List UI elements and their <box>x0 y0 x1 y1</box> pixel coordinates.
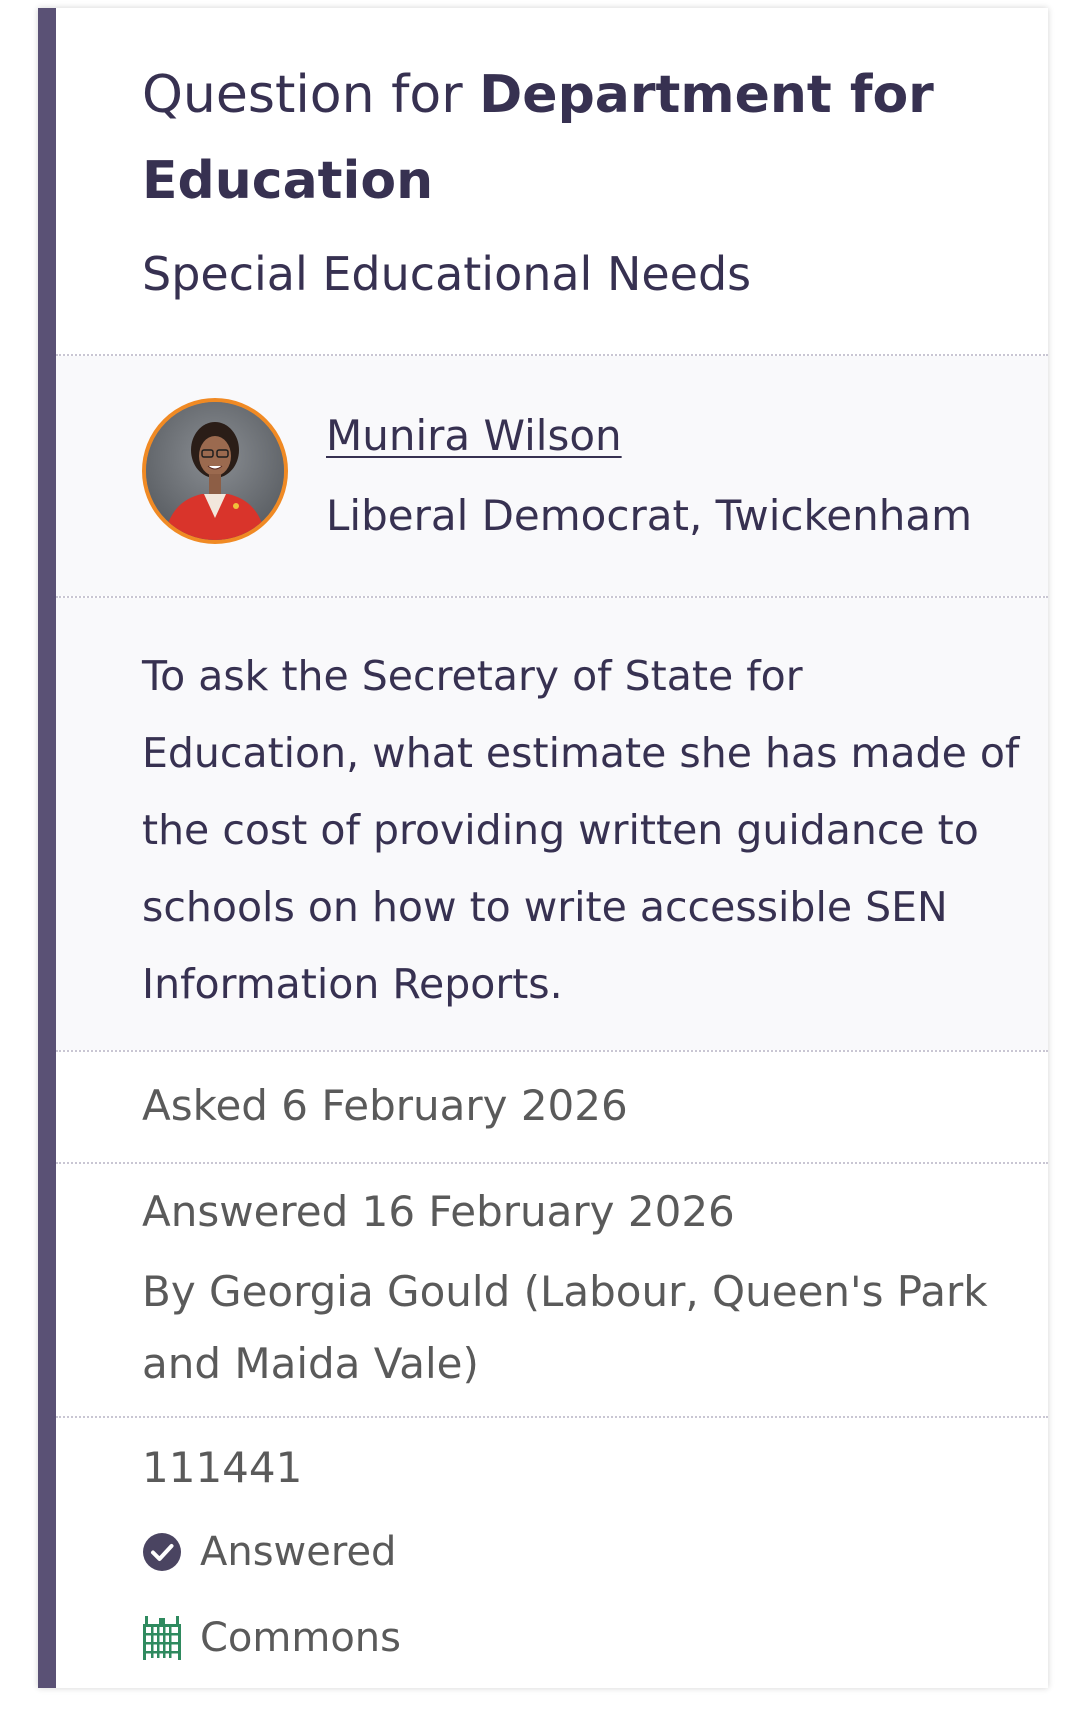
portcullis-icon <box>143 1616 181 1660</box>
question-card: Question for Department for Education Sp… <box>38 8 1048 1688</box>
accent-bar <box>38 8 56 1688</box>
answered-section: Answered 16 February 2026 By Georgia Gou… <box>56 1164 1048 1416</box>
status-row: Answered <box>142 1524 396 1580</box>
member-party-constituency: Liberal Democrat, Twickenham <box>326 491 973 540</box>
member-portrait-icon <box>146 402 284 540</box>
member-name-link[interactable]: Munira Wilson <box>326 408 622 464</box>
page-title: Question for Department for Education <box>142 52 1002 224</box>
answered-by: By Georgia Gould (Labour, Queen's Park a… <box>142 1267 988 1388</box>
check-circle-icon <box>143 1533 181 1571</box>
status-label: Answered <box>200 1529 397 1575</box>
answered-date: Answered 16 February 2026 <box>142 1187 735 1236</box>
asked-section: Asked 6 February 2026 <box>56 1052 1048 1162</box>
asked-date: Asked 6 February 2026 <box>142 1081 628 1130</box>
card-content: Question for Department for Education Sp… <box>56 8 1048 1688</box>
question-header: Question for Department for Education Sp… <box>56 8 1048 348</box>
member-section: Munira Wilson Liberal Democrat, Twickenh… <box>56 356 1048 596</box>
question-body-section: To ask the Secretary of State for Educat… <box>56 598 1048 1050</box>
question-text: To ask the Secretary of State for Educat… <box>142 652 1020 1008</box>
question-subject: Special Educational Needs <box>142 247 752 301</box>
question-footer: 111441 Answered Commons <box>56 1418 1048 1688</box>
house-label: Commons <box>200 1615 401 1661</box>
avatar[interactable] <box>142 398 288 544</box>
question-uin: 111441 <box>142 1443 303 1492</box>
title-prefix: Question for <box>142 65 463 125</box>
house-row: Commons <box>142 1610 401 1666</box>
